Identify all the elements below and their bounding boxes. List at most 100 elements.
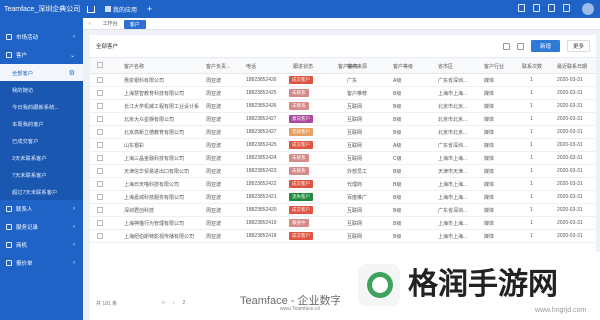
cell-name[interactable]: 惠泉银科有限公司	[124, 77, 204, 84]
status-badge: 流失客户	[289, 193, 313, 201]
row-checkbox[interactable]	[97, 168, 103, 174]
cell-name[interactable]: 上海嘉城科技服务有限公司	[124, 194, 204, 201]
cell-phone: 18823852418	[246, 233, 277, 239]
table-row[interactable]: 北京大众星娱有限公司 周亚波 18823852427 互联网 B级 北京市北京... 媒体 1…	[90, 113, 596, 126]
submenu-all-customers[interactable]: 全部客户 ⚙	[0, 64, 83, 81]
submenu-today-updates[interactable]: 今日我的跟新系统...	[0, 98, 83, 115]
sidebar-item-marketing[interactable]: 市场活动 ›	[0, 28, 83, 46]
table-row[interactable]: 上海嘉城科技服务有限公司 周亚波 18823852421 百度推广 B级 上海市上海...…	[90, 191, 596, 204]
submenu-7days[interactable]: 7天未联系客户	[0, 166, 83, 183]
column-header[interactable]: 客户名称	[124, 63, 144, 70]
status-badge: 未联系	[289, 89, 309, 97]
row-checkbox[interactable]	[97, 220, 103, 226]
table-row[interactable]: 上海神猫行为管理有限公司 周亚波 18823852419 互联网 B级 上海市上海... 媒…	[90, 217, 596, 230]
table-row[interactable]: 长江大学机械工程有限工业设计系 周亚波 18823852426 互联网 B级 北京市北京.…	[90, 100, 596, 113]
row-checkbox[interactable]	[97, 129, 103, 135]
cell-region: 北京市北京...	[438, 117, 468, 123]
column-header[interactable]: 联系次数	[522, 63, 542, 70]
column-header[interactable]: 客户来源	[347, 63, 367, 70]
tab-back[interactable]: ‹	[83, 18, 97, 30]
table-row[interactable]: 上海纽伯斯特影视传播有限公司 周亚波 18823852418 互联网 B级 上海市上海..…	[90, 230, 596, 243]
table-row[interactable]: 惠泉银科有限公司 周亚波 18823852426 广东 A级 广东省深圳... 媒体 1 202…	[90, 74, 596, 87]
cell-level: B级	[393, 169, 402, 175]
column-header[interactable]: 客户等级	[393, 63, 413, 70]
sidebar-item-opportunity[interactable]: 商机 ›	[0, 236, 83, 254]
my-apps-button[interactable]: 我的应用	[105, 5, 137, 14]
quote-icon	[6, 260, 12, 266]
cell-name[interactable]: 北京大众星娱有限公司	[124, 116, 204, 123]
brand-name[interactable]: Teamface_深圳企典公司	[0, 4, 83, 14]
new-button[interactable]: 新增	[530, 40, 560, 52]
table-row[interactable]: 天津信华贸易进出口有限公司 周亚波 18823852423 外部员工 B级 天津市天津..…	[90, 165, 596, 178]
table-row[interactable]: 上海三晶金融科技有限公司 周亚波 18823852424 互联网 C级 上海市上海... 媒…	[90, 152, 596, 165]
column-header[interactable]: 客户行业	[484, 63, 504, 70]
tab-workspace[interactable]: 工作台	[97, 18, 124, 30]
cell-level: B级	[393, 182, 402, 188]
column-header[interactable]: 最近联系日期	[557, 63, 587, 70]
tab-customer[interactable]: 客户	[123, 20, 146, 29]
cell-name[interactable]: 上海三晶金融科技有限公司	[124, 155, 204, 162]
cell-region: 上海市上海...	[438, 182, 468, 188]
mobile-icon[interactable]	[518, 4, 525, 12]
gear-icon[interactable]: ⚙	[69, 69, 75, 77]
sidebar-item-customer[interactable]: 客户 ⌄	[0, 46, 83, 64]
cell-source: 互联网	[347, 156, 363, 162]
column-header[interactable]: 跟进状态	[293, 63, 313, 70]
settings-icon[interactable]	[516, 42, 524, 50]
submenu-over-7days[interactable]: 超过7天未联系客户	[0, 183, 83, 200]
table-row[interactable]: 上海慧智教育科技有限公司 周亚波 18823852425 客户推荐 B级 上海市上海...…	[90, 87, 596, 100]
row-checkbox[interactable]	[97, 142, 103, 148]
submenu-week-customers[interactable]: 本周我的客户	[0, 115, 83, 132]
cell-name[interactable]: 上海纽伯斯特影视传播有限公司	[124, 233, 204, 240]
cell-name[interactable]: 上海神猫行为管理有限公司	[124, 220, 204, 227]
column-header[interactable]: 电话	[246, 63, 256, 70]
sidebar-item-contacts[interactable]: 联系人 ›	[0, 200, 83, 218]
first-page-icon[interactable]: «	[162, 300, 165, 306]
column-header[interactable]: 省市区	[438, 63, 453, 70]
message-icon[interactable]	[533, 4, 540, 12]
page-number[interactable]: 2	[182, 300, 185, 306]
document-icon[interactable]	[502, 42, 510, 50]
row-checkbox[interactable]	[97, 90, 103, 96]
sidebar-item-quotes[interactable]: 报价单 ›	[0, 254, 83, 272]
row-checkbox[interactable]	[97, 233, 103, 239]
row-checkbox[interactable]	[97, 77, 103, 83]
cell-count: 1	[530, 207, 533, 213]
help-icon[interactable]	[563, 4, 570, 12]
row-checkbox[interactable]	[97, 194, 103, 200]
select-all-checkbox[interactable]	[97, 62, 103, 68]
table-row[interactable]: 上海日天喵科技有限公司 周亚波 18823852422 代理商 B级 上海市上海... 媒体…	[90, 178, 596, 191]
cell-level: B级	[393, 221, 402, 227]
notification-icon[interactable]	[548, 4, 555, 12]
status-badge: 成交客户	[289, 141, 313, 149]
submenu-3days[interactable]: 3天未联系客户	[0, 149, 83, 166]
home-icon[interactable]	[87, 5, 95, 13]
row-checkbox[interactable]	[97, 181, 103, 187]
cell-name[interactable]: 天津信华贸易进出口有限公司	[124, 168, 204, 175]
table-row[interactable]: 北京高新立德教育有限公司 周亚波 18823852427 互联网 B级 北京市北京... 媒…	[90, 126, 596, 139]
row-checkbox[interactable]	[97, 155, 103, 161]
avatar[interactable]	[582, 3, 594, 15]
cell-count: 1	[530, 90, 533, 96]
submenu-my-visits[interactable]: 我的随访	[0, 81, 83, 98]
column-header[interactable]: 客户负责...	[206, 63, 230, 70]
prev-page-icon[interactable]: ‹	[173, 300, 175, 306]
table-row[interactable]: 深圳君创科技 周亚波 18823852420 互联网 B级 广东省深圳... 媒体 1 2020…	[90, 204, 596, 217]
logo-text: 格润手游网	[408, 268, 558, 301]
row-checkbox[interactable]	[97, 116, 103, 122]
more-button[interactable]: 更多	[566, 40, 590, 52]
cell-name[interactable]: 上海日天喵科技有限公司	[124, 181, 204, 188]
sidebar-item-service-records[interactable]: 服务记录 ›	[0, 218, 83, 236]
cell-level: B级	[393, 234, 402, 240]
row-checkbox[interactable]	[97, 103, 103, 109]
cell-name[interactable]: 长江大学机械工程有限工业设计系	[124, 103, 204, 110]
table-row[interactable]: 山东银彩 周亚波 18823852425 互联网 A级 广东省深圳... 媒体 1 2020-0…	[90, 139, 596, 152]
cell-name[interactable]: 山东银彩	[124, 142, 204, 149]
add-button[interactable]: +	[147, 4, 152, 14]
cell-name[interactable]: 上海慧智教育科技有限公司	[124, 90, 204, 97]
submenu-closed-customers[interactable]: 已成交客户	[0, 132, 83, 149]
row-checkbox[interactable]	[97, 207, 103, 213]
cell-name[interactable]: 北京高新立德教育有限公司	[124, 129, 204, 136]
opportunity-icon	[6, 242, 12, 248]
cell-name[interactable]: 深圳君创科技	[124, 207, 204, 214]
